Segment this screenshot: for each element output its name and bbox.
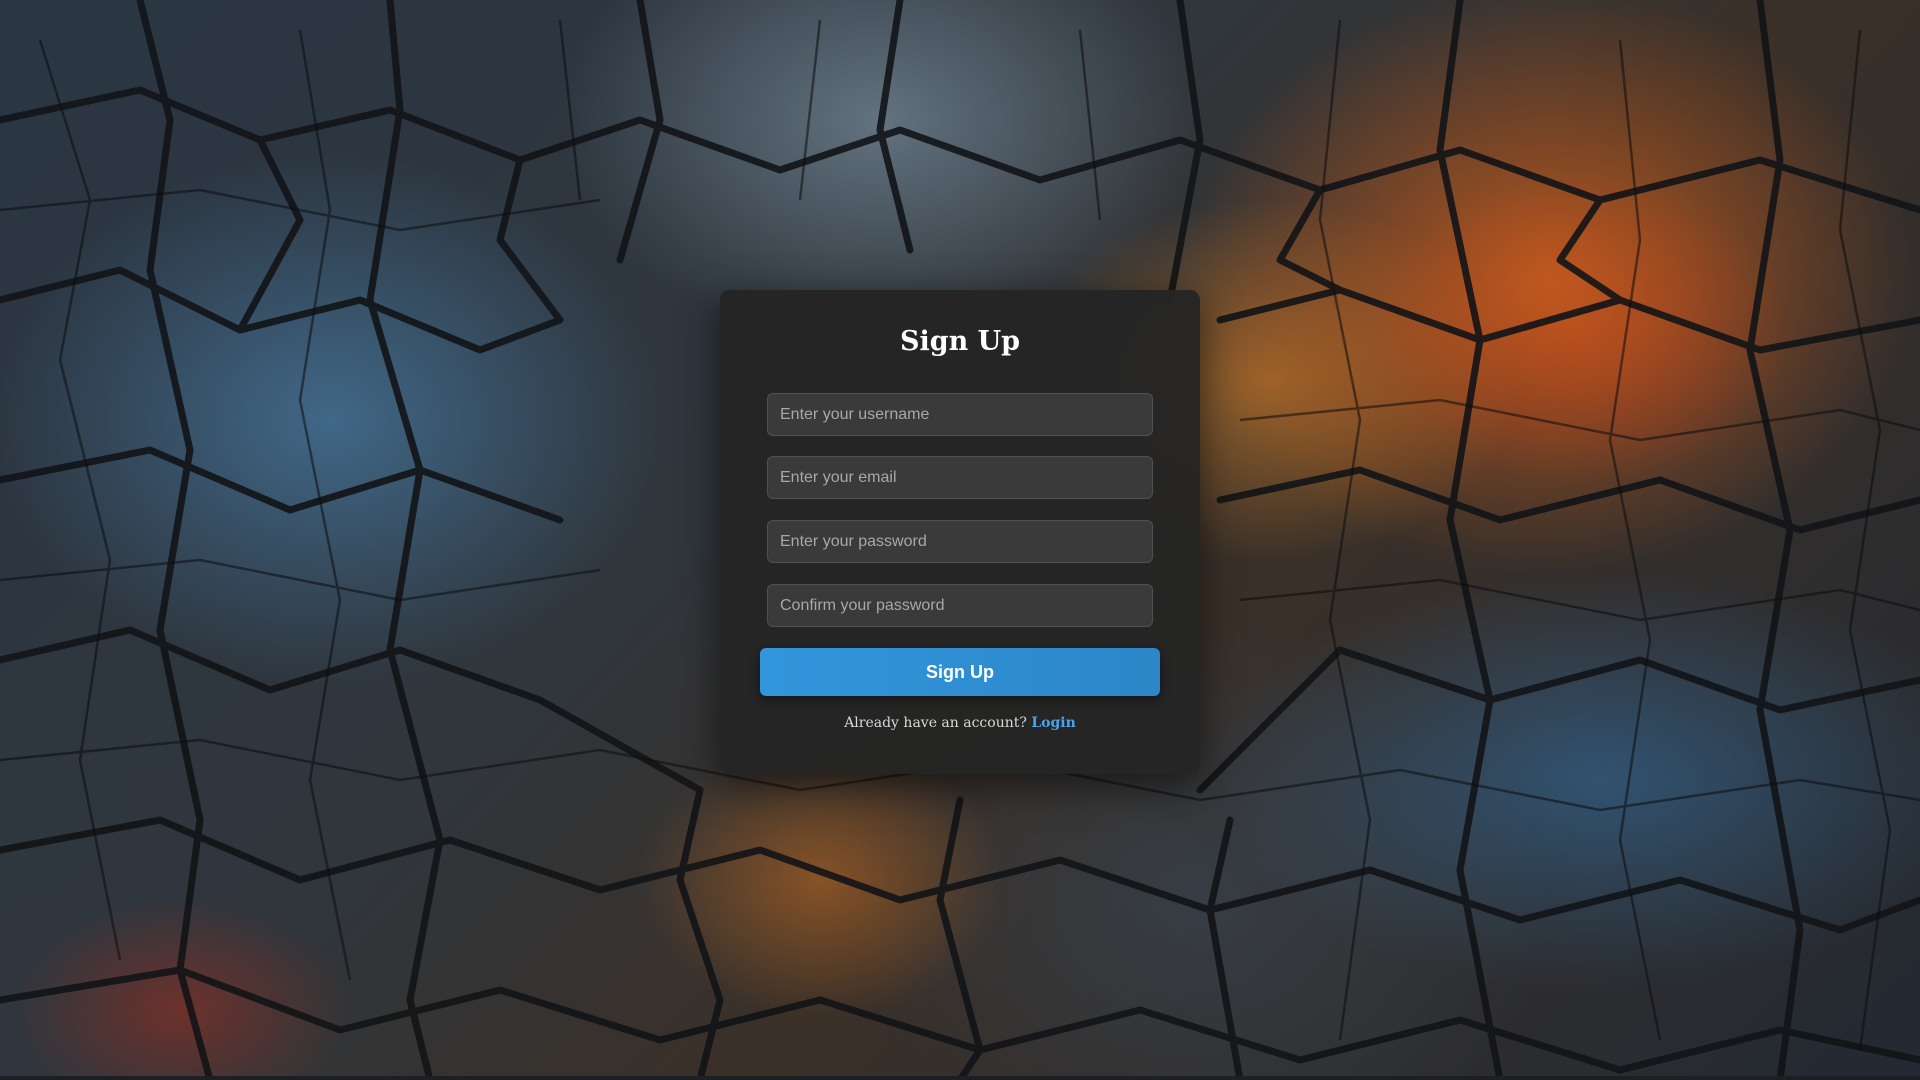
confirm-password-input[interactable] [767,584,1153,627]
login-prompt: Already have an account? Login [720,715,1200,731]
login-link[interactable]: Login [1031,715,1075,731]
signup-button[interactable]: Sign Up [760,648,1160,696]
signup-title: Sign Up [899,326,1021,357]
bottom-edge-bar [0,1076,1920,1080]
password-input[interactable] [767,520,1153,563]
signup-card: Sign Up Sign Up Already have an account?… [720,290,1200,774]
username-input[interactable] [767,393,1153,436]
email-input[interactable] [767,456,1153,499]
login-prompt-text: Already have an account? [844,715,1027,731]
